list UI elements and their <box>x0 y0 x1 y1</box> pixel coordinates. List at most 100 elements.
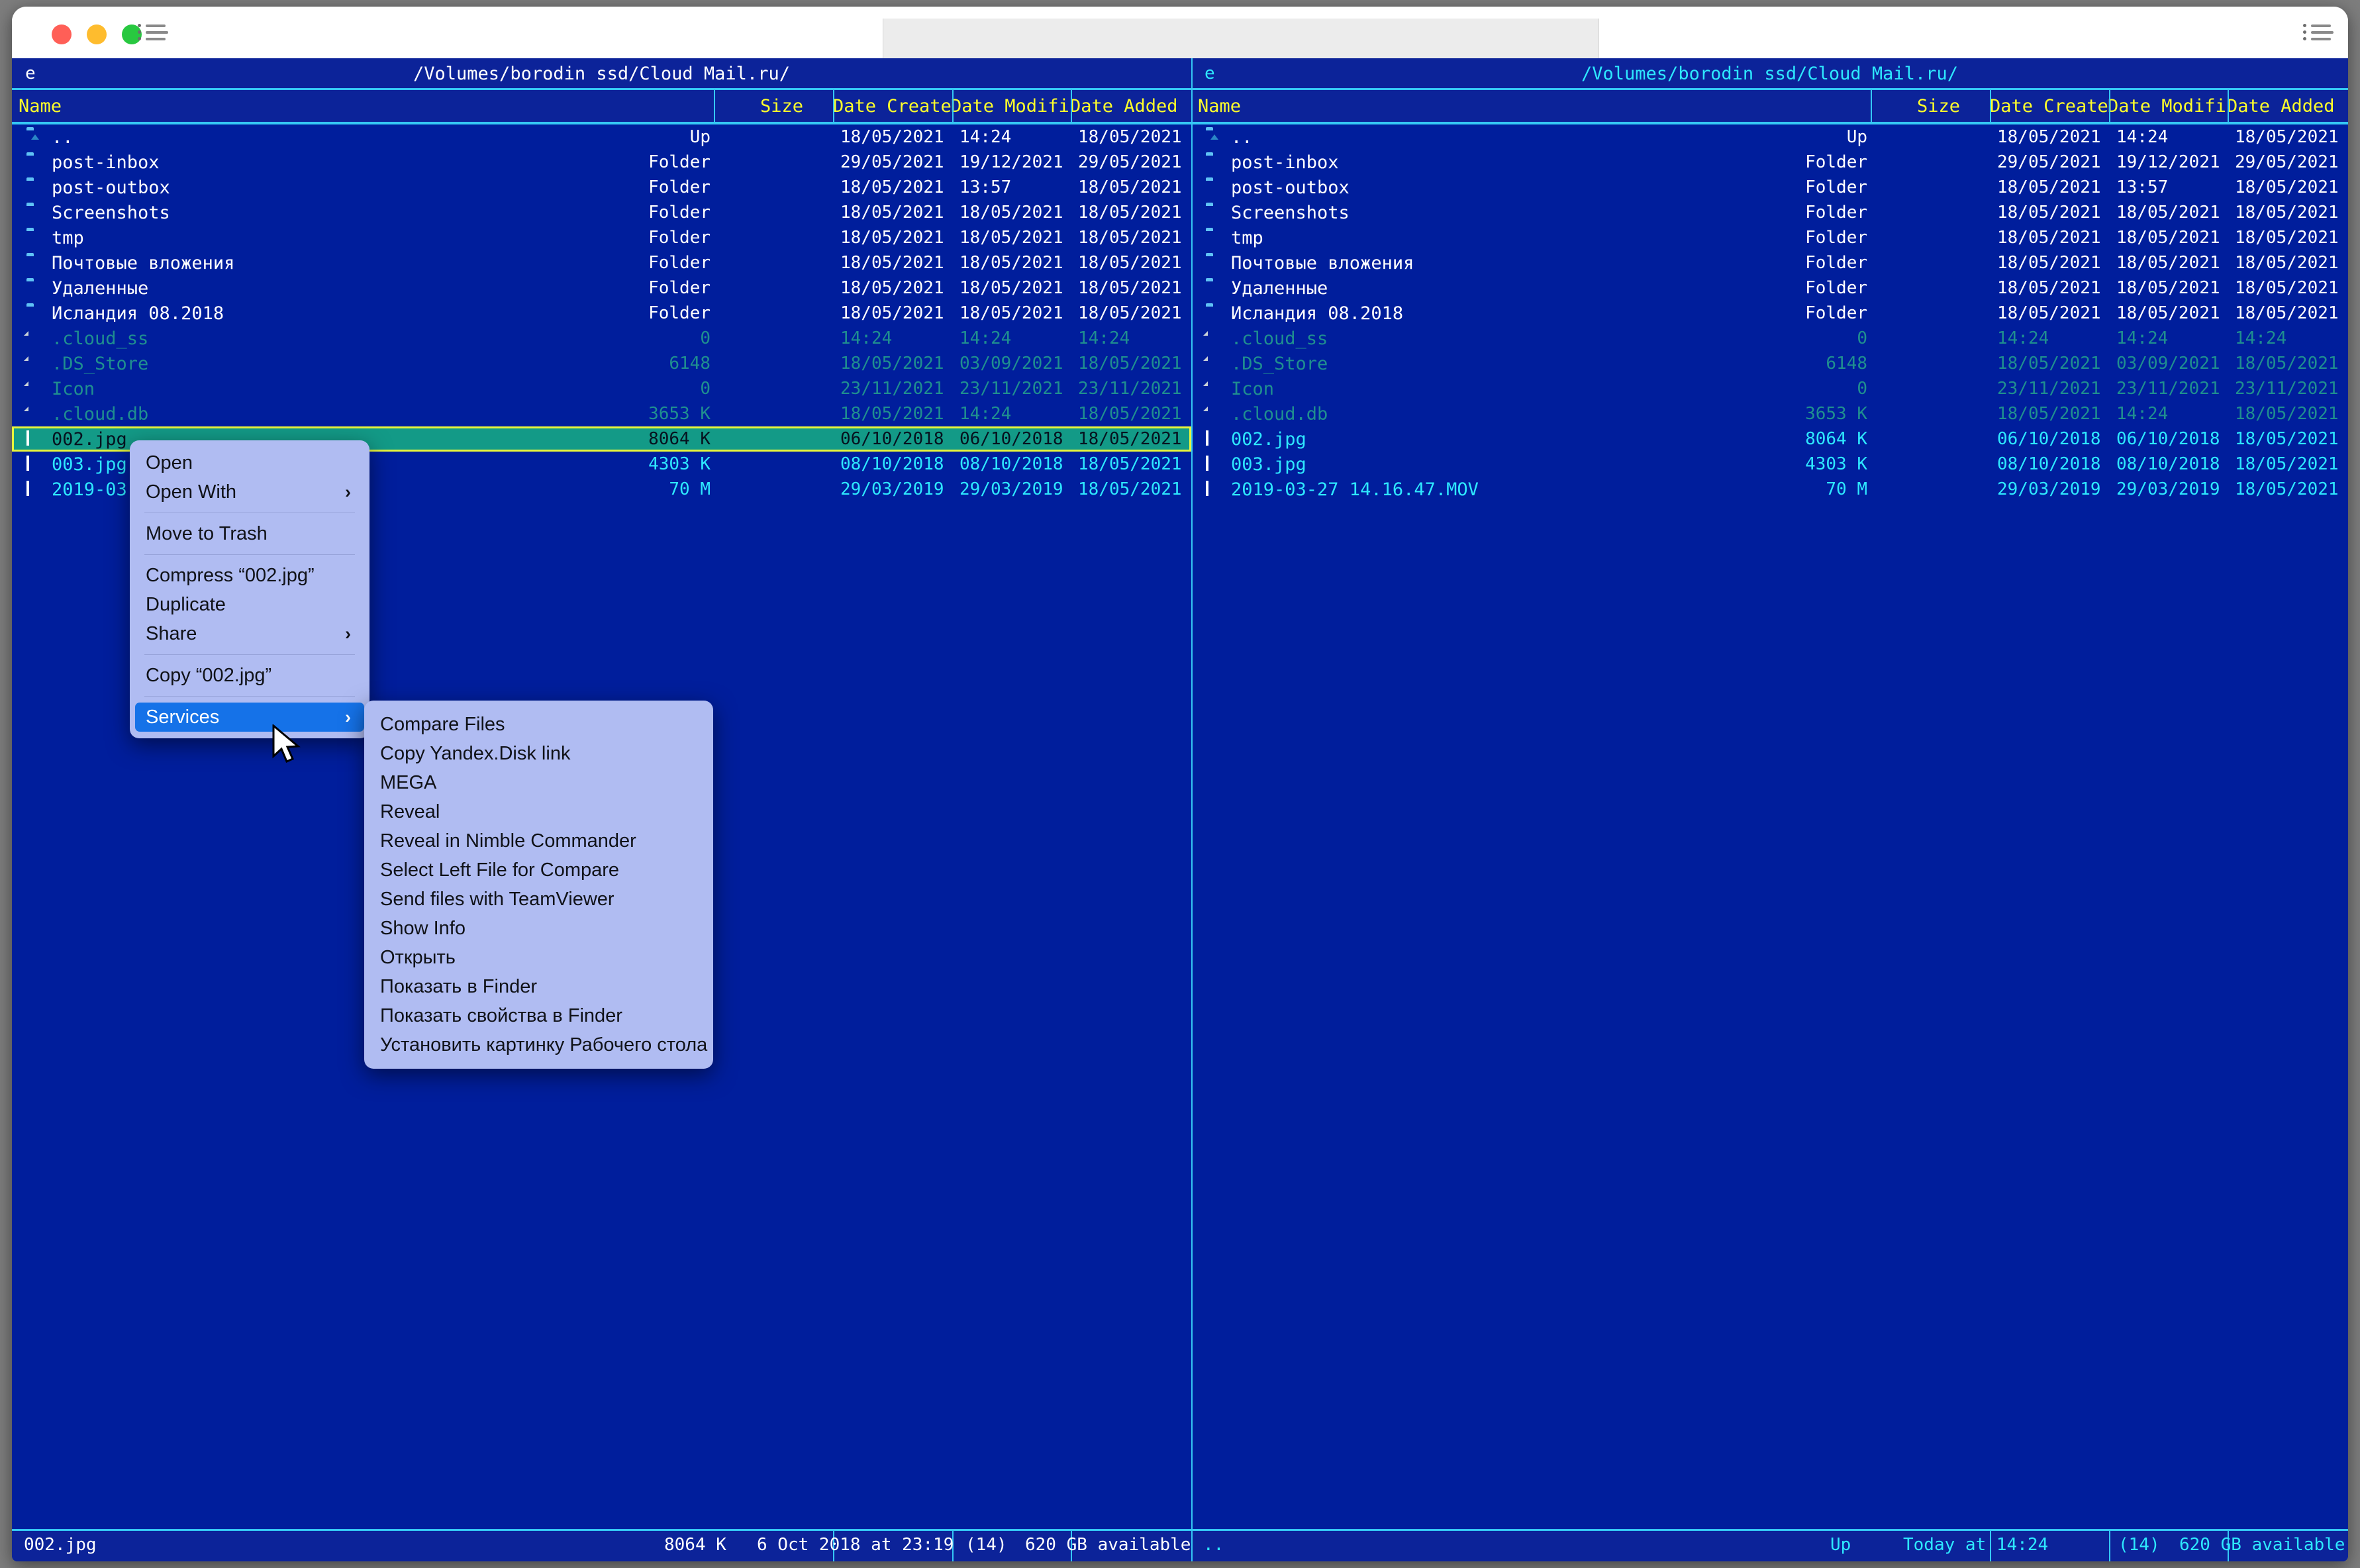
cell-date-created: 18/05/2021 <box>840 177 944 197</box>
cell-date-modified: 13:57 <box>959 177 1012 197</box>
submenu-item[interactable]: Показать в Finder <box>364 972 713 1001</box>
submenu-item-label: Send files with TeamViewer <box>380 889 615 910</box>
column-header-date-created[interactable]: Date Create <box>833 96 952 117</box>
table-row[interactable]: Icon 0 23/11/2021 23/11/2021 23/11/2021 <box>1191 376 2348 401</box>
table-row[interactable]: .. Up 18/05/2021 14:24 18/05/2021 <box>1191 124 2348 150</box>
menu-item-services[interactable]: Services › <box>135 703 364 732</box>
table-row[interactable]: Исландия 08.2018 Folder 18/05/2021 18/05/20… <box>1191 301 2348 326</box>
submenu-item[interactable]: Reveal <box>364 797 713 826</box>
table-row[interactable]: tmp Folder 18/05/2021 18/05/2021 18/05/2021 <box>1191 225 2348 250</box>
cell-size: Folder <box>648 278 711 298</box>
folder-icon <box>26 155 44 171</box>
submenu-item[interactable]: Show Info <box>364 914 713 943</box>
table-row[interactable]: Почтовые вложения Folder 18/05/2021 18/05/2… <box>12 250 1191 275</box>
table-row[interactable]: Удаленные Folder 18/05/2021 18/05/2021 18/05… <box>12 275 1191 301</box>
column-separator-0[interactable] <box>1871 90 1872 122</box>
table-row[interactable]: .cloud_ss 0 14:24 14:24 14:24 <box>1191 326 2348 351</box>
minimize-button[interactable] <box>87 24 107 44</box>
submenu-item[interactable]: Compare Files <box>364 710 713 739</box>
menu-item-compress-002-jpg[interactable]: Compress “002.jpg” <box>130 561 369 590</box>
cell-date-created: 18/05/2021 <box>1997 253 2101 273</box>
table-row[interactable]: .cloud_ss 0 14:24 14:24 14:24 <box>12 326 1191 351</box>
column-separator-3[interactable] <box>1071 90 1072 122</box>
table-row[interactable]: Почтовые вложения Folder 18/05/2021 18/05/2… <box>1191 250 2348 275</box>
tab-well[interactable] <box>883 19 1599 58</box>
folder-icon <box>1206 256 1223 271</box>
panel-divider[interactable] <box>1191 58 1193 1561</box>
menu-item-label: Move to Trash <box>146 523 268 544</box>
submenu-item-label: Show Info <box>380 918 466 939</box>
table-row[interactable]: post-inbox Folder 29/05/2021 19/12/2021 29/0… <box>1191 150 2348 175</box>
folder-icon <box>1206 306 1223 322</box>
column-header-size[interactable]: Size <box>760 96 803 117</box>
list-view-icon-left[interactable] <box>138 24 168 44</box>
menu-item-copy-002-jpg[interactable]: Copy “002.jpg” <box>130 661 369 690</box>
services-submenu[interactable]: Compare Files Copy Yandex.Disk link MEGA Re… <box>364 701 713 1069</box>
left-path-bar[interactable]: e/Volumes/borodin ssd/Cloud Mail.ru/ <box>12 58 1191 90</box>
column-separator-2[interactable] <box>952 90 954 122</box>
submenu-item[interactable]: Select Left File for Compare <box>364 856 713 885</box>
list-view-icon-right[interactable] <box>2303 24 2334 44</box>
table-row[interactable]: 2019-03-27 14.16.47.MOV 70 M 29/03/2019 29/… <box>1191 477 2348 502</box>
cell-date-created: 18/05/2021 <box>840 404 944 424</box>
close-button[interactable] <box>52 24 72 44</box>
status-file-name: 002.jpg <box>24 1535 97 1555</box>
menu-item-duplicate[interactable]: Duplicate <box>130 590 369 619</box>
column-header-date-added[interactable]: Date Added <box>1070 96 1178 117</box>
column-header-name[interactable]: Name <box>19 96 62 117</box>
right-column-headers: Name Size Date Create Date Modifi Date Added <box>1191 90 2348 124</box>
table-row[interactable]: .DS_Store 6148 18/05/2021 03/09/2021 18/05/2… <box>12 351 1191 376</box>
submenu-item[interactable]: Reveal in Nimble Commander <box>364 826 713 856</box>
column-header-date-created[interactable]: Date Create <box>1990 96 2108 117</box>
submenu-item-label: Показать в Finder <box>380 976 537 997</box>
right-path-bar[interactable]: e/Volumes/borodin ssd/Cloud Mail.ru/ <box>1191 58 2348 90</box>
file-name: Исландия 08.2018 <box>52 303 224 324</box>
cell-date-added: 18/05/2021 <box>1078 177 1182 197</box>
cell-date-added: 18/05/2021 <box>2235 404 2339 424</box>
cell-date-modified: 19/12/2021 <box>959 152 1063 172</box>
column-header-date-modified[interactable]: Date Modifi <box>951 96 1069 117</box>
column-header-date-modified[interactable]: Date Modifi <box>2108 96 2226 117</box>
right-file-panel[interactable]: e/Volumes/borodin ssd/Cloud Mail.ru/Name… <box>1191 58 2348 1561</box>
table-row[interactable]: Icon 0 23/11/2021 23/11/2021 23/11/2021 <box>12 376 1191 401</box>
table-row[interactable]: .. Up 18/05/2021 14:24 18/05/2021 <box>12 124 1191 150</box>
table-row[interactable]: tmp Folder 18/05/2021 18/05/2021 18/05/2021 <box>12 225 1191 250</box>
submenu-item[interactable]: Copy Yandex.Disk link <box>364 739 713 768</box>
column-separator-1[interactable] <box>833 90 834 122</box>
table-row[interactable]: 002.jpg 8064 K 06/10/2018 06/10/2018 18/05/2… <box>1191 426 2348 452</box>
submenu-item[interactable]: Установить картинку Рабочего стола <box>364 1030 713 1059</box>
table-row[interactable]: Screenshots Folder 18/05/2021 18/05/2021 18/… <box>12 200 1191 225</box>
table-row[interactable]: .DS_Store 6148 18/05/2021 03/09/2021 18/05/2… <box>1191 351 2348 376</box>
column-separator-0[interactable] <box>714 90 715 122</box>
table-row[interactable]: Исландия 08.2018 Folder 18/05/2021 18/05/20… <box>12 301 1191 326</box>
context-menu[interactable]: Open Open With › Move to Trash Compress “002… <box>130 440 369 738</box>
column-separator-2[interactable] <box>2109 90 2110 122</box>
table-row[interactable]: Screenshots Folder 18/05/2021 18/05/2021 18/… <box>1191 200 2348 225</box>
cell-date-created: 18/05/2021 <box>1997 278 2101 298</box>
table-row[interactable]: .cloud.db 3653 K 18/05/2021 14:24 18/05/2021 <box>12 401 1191 426</box>
table-row[interactable]: post-inbox Folder 29/05/2021 19/12/2021 29/0… <box>12 150 1191 175</box>
table-row[interactable]: post-outbox Folder 18/05/2021 13:57 18/05/20… <box>12 175 1191 200</box>
menu-item-open-with[interactable]: Open With › <box>130 477 369 507</box>
submenu-item[interactable]: Показать свойства в Finder <box>364 1001 713 1030</box>
column-separator-3[interactable] <box>2228 90 2229 122</box>
file-name: post-inbox <box>1231 152 1339 173</box>
table-row[interactable]: Удаленные Folder 18/05/2021 18/05/2021 18/05… <box>1191 275 2348 301</box>
menu-item-share[interactable]: Share › <box>130 619 369 648</box>
column-header-size[interactable]: Size <box>1917 96 1960 117</box>
column-separator-1[interactable] <box>1990 90 1991 122</box>
submenu-item[interactable]: MEGA <box>364 768 713 797</box>
table-row[interactable]: 003.jpg 4303 K 08/10/2018 08/10/2018 18/05/2… <box>1191 452 2348 477</box>
menu-item-open[interactable]: Open <box>130 448 369 477</box>
cell-size: Folder <box>648 152 711 172</box>
table-row[interactable]: post-outbox Folder 18/05/2021 13:57 18/05/20… <box>1191 175 2348 200</box>
submenu-item[interactable]: Send files with TeamViewer <box>364 885 713 914</box>
submenu-item[interactable]: Открыть <box>364 943 713 972</box>
file-name: 2019-03-27 14.16.47.MOV <box>1231 479 1479 500</box>
column-header-date-added[interactable]: Date Added <box>2227 96 2335 117</box>
column-header-name[interactable]: Name <box>1198 96 1241 117</box>
menu-item-move-to-trash[interactable]: Move to Trash <box>130 519 369 548</box>
cell-size: 70 M <box>669 479 711 499</box>
chevron-right-icon: › <box>345 482 351 502</box>
table-row[interactable]: .cloud.db 3653 K 18/05/2021 14:24 18/05/2021 <box>1191 401 2348 426</box>
